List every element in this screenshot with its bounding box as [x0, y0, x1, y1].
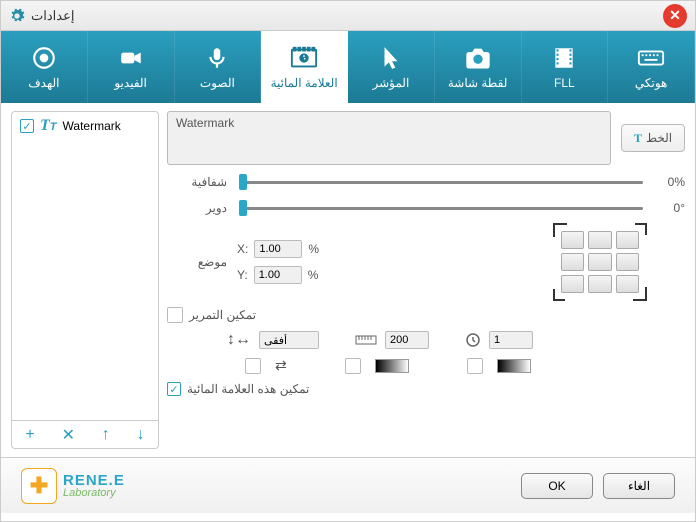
watermark-checkbox[interactable]: ✓	[20, 119, 34, 133]
keyboard-icon	[637, 44, 665, 72]
watermark-name: Watermark	[63, 119, 121, 133]
tab-bar: الهدف الفيديو الصوت العلامة المائية المؤ…	[1, 31, 695, 103]
camera-icon	[464, 44, 492, 72]
cursor-icon	[377, 44, 405, 72]
tab-audio[interactable]: الصوت	[175, 31, 262, 103]
logo-badge-icon: ✚	[21, 468, 57, 504]
target-icon	[30, 44, 58, 72]
film-icon	[550, 44, 578, 72]
tab-hotkey[interactable]: هوتكي	[608, 31, 695, 103]
rotate-value: 0°	[655, 201, 685, 215]
pos-cell[interactable]	[561, 231, 584, 249]
window-title: إعدادات	[31, 8, 74, 24]
fade-in-swatch	[375, 359, 409, 373]
scroll-time-input[interactable]	[489, 331, 533, 349]
fade-out-swatch	[497, 359, 531, 373]
opacity-slider[interactable]	[239, 173, 643, 191]
font-button[interactable]: T الخط	[621, 124, 685, 152]
watermark-icon	[290, 44, 318, 72]
rotate-label: دوير	[167, 201, 227, 215]
direction-select[interactable]	[259, 331, 319, 349]
ruler-icon	[355, 334, 377, 346]
scroll-distance-input[interactable]	[385, 331, 429, 349]
enable-scroll-label: تمكين التمرير	[189, 308, 256, 322]
pos-cell[interactable]	[588, 253, 611, 271]
enable-watermark-label: تمكين هذه العلامة المائية	[187, 382, 309, 396]
list-item[interactable]: ✓ TT Watermark	[12, 112, 158, 140]
text-watermark-icon: TT	[40, 117, 57, 135]
clock-icon	[465, 332, 481, 348]
video-icon	[117, 44, 145, 72]
gear-icon	[9, 8, 25, 24]
move-up-button[interactable]: ↑	[102, 426, 110, 444]
direction-icon: ↕↔	[227, 331, 251, 349]
tab-fll[interactable]: FLL	[522, 31, 609, 103]
close-button[interactable]: ✕	[663, 4, 687, 28]
loop-checkbox[interactable]	[245, 358, 261, 374]
enable-scroll-checkbox[interactable]	[167, 307, 183, 323]
pos-cell[interactable]	[561, 253, 584, 271]
position-y-input[interactable]	[254, 266, 302, 284]
opacity-label: شفافية	[167, 175, 227, 189]
watermark-preview: Watermark	[167, 111, 611, 165]
enable-watermark-checkbox[interactable]: ✓	[167, 382, 181, 396]
opacity-value: 0%	[655, 175, 685, 189]
fade-out-checkbox[interactable]	[467, 358, 483, 374]
pos-cell[interactable]	[588, 231, 611, 249]
tab-watermark[interactable]: العلامة المائية	[261, 31, 348, 103]
loop-icon: ⇄	[275, 357, 287, 374]
add-button[interactable]: +	[25, 426, 34, 444]
fade-in-checkbox[interactable]	[345, 358, 361, 374]
mic-icon	[203, 44, 231, 72]
cancel-button[interactable]: الغاء	[603, 473, 675, 499]
tab-target[interactable]: الهدف	[1, 31, 88, 103]
rotate-slider[interactable]	[239, 199, 643, 217]
position-label: موضع	[167, 255, 227, 269]
pos-cell[interactable]	[616, 253, 639, 271]
pos-cell[interactable]	[616, 275, 639, 293]
position-x-input[interactable]	[254, 240, 302, 258]
remove-button[interactable]: ✕	[62, 425, 75, 445]
tab-screenshot[interactable]: لقطة شاشة	[435, 31, 522, 103]
tab-cursor[interactable]: المؤشر	[348, 31, 435, 103]
watermark-sidebar: ✓ TT Watermark + ✕ ↑ ↓	[11, 111, 159, 449]
pos-cell[interactable]	[588, 275, 611, 293]
position-grid	[555, 225, 645, 299]
brand-logo: ✚ RENE.E Laboratory	[21, 468, 125, 504]
tab-video[interactable]: الفيديو	[88, 31, 175, 103]
ok-button[interactable]: OK	[521, 473, 593, 499]
move-down-button[interactable]: ↓	[137, 426, 145, 444]
